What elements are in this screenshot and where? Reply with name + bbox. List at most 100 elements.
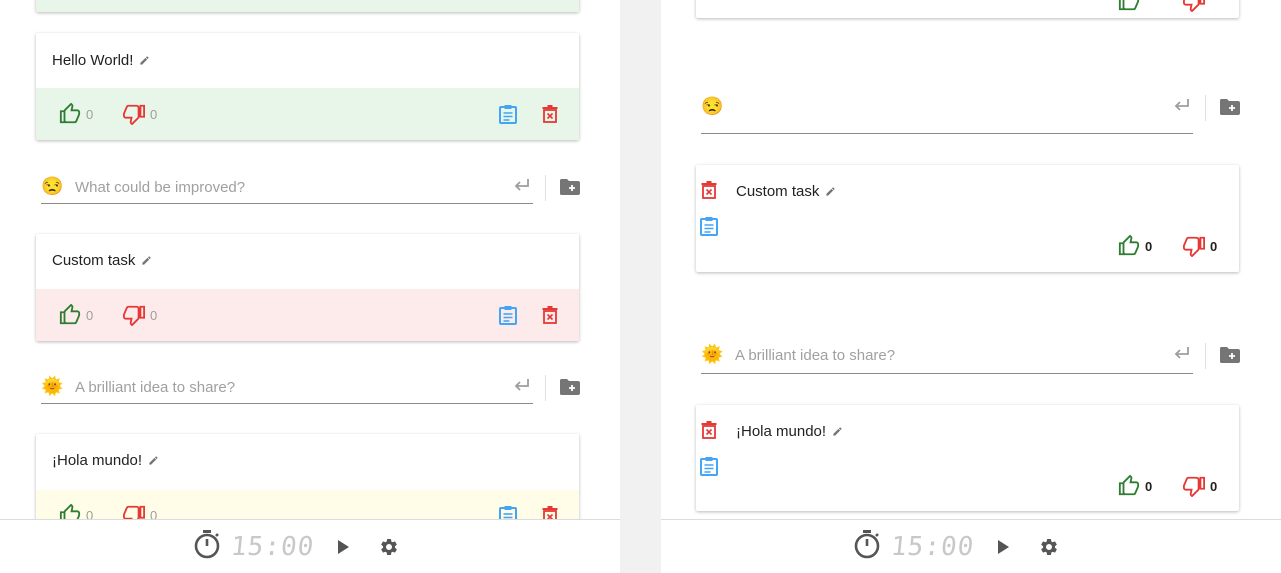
upvote-button[interactable] [1117, 0, 1145, 12]
play-button[interactable] [330, 534, 356, 560]
enter-icon[interactable] [1173, 345, 1191, 368]
gear-icon [1041, 538, 1058, 555]
post-text[interactable]: Custom task [736, 183, 836, 201]
post-input-row: 😒 [701, 91, 1246, 135]
delete-button[interactable] [700, 420, 718, 440]
unamused-face-icon[interactable]: 😒 [701, 95, 723, 117]
timer-display: 15:00 [889, 531, 976, 562]
post-input-row: 🌞 [41, 371, 586, 405]
trash-icon [701, 181, 717, 199]
play-icon [998, 539, 1010, 554]
thumb-up-icon [1118, 475, 1140, 496]
upvote-button[interactable]: 0 [1117, 235, 1152, 257]
delete-button[interactable] [541, 304, 559, 326]
upvote-count: 0 [86, 307, 94, 323]
post-card-partial [36, 0, 579, 12]
post-input-field: 🌞 [701, 339, 1193, 374]
stopwatch-icon [853, 529, 881, 564]
right-board: 😒 Custom task 0 0 🌞 A brilliant idea to … [661, 0, 1281, 573]
upvote-count: 0 [86, 106, 94, 122]
edit-pencil-icon[interactable] [832, 424, 843, 441]
folder-plus-icon [560, 179, 580, 195]
upvote-button[interactable]: 0 [58, 304, 93, 326]
enter-icon[interactable] [513, 377, 531, 400]
trash-icon [542, 306, 558, 324]
timer-controls: 15:00 [193, 520, 402, 573]
unamused-face-icon[interactable]: 😒 [41, 175, 63, 197]
delete-button[interactable] [541, 103, 559, 125]
post-input[interactable] [73, 373, 497, 401]
post-actions: 0 0 [36, 289, 579, 341]
settings-button[interactable] [1036, 534, 1062, 560]
thumb-up-icon [59, 304, 81, 325]
post-input[interactable] [73, 173, 497, 201]
copy-button[interactable] [498, 103, 518, 125]
clipboard-icon [700, 217, 718, 236]
post-input-row: 😒 [41, 171, 586, 205]
post-input-row: 🌞 [701, 339, 1246, 375]
stopwatch-icon [193, 529, 221, 564]
post-card: Custom task 0 0 [36, 234, 579, 341]
downvote-button[interactable]: 0 [122, 304, 157, 326]
downvote-button[interactable] [1182, 0, 1210, 12]
downvote-button[interactable]: 0 [1182, 235, 1217, 257]
sun-face-icon[interactable]: 🌞 [701, 343, 723, 365]
post-actions: 0 0 [36, 88, 579, 140]
add-group-button[interactable] [1219, 345, 1241, 365]
downvote-count: 0 [1210, 238, 1218, 254]
thumb-up-icon [1118, 235, 1140, 256]
delete-button[interactable] [700, 180, 718, 200]
folder-plus-icon [1220, 347, 1240, 363]
post-input[interactable] [733, 93, 1157, 121]
upvote-button[interactable]: 0 [1117, 475, 1152, 497]
edit-pencil-icon[interactable] [139, 53, 150, 70]
timer-display: 15:00 [229, 531, 316, 562]
clipboard-icon [499, 306, 517, 325]
thumb-up-icon [1118, 0, 1140, 11]
edit-pencil-icon[interactable] [148, 453, 159, 470]
copy-button[interactable] [498, 304, 518, 326]
pane-divider [620, 0, 661, 573]
copy-button[interactable] [699, 455, 719, 477]
downvote-button[interactable]: 0 [122, 103, 157, 125]
downvote-count: 0 [1210, 478, 1218, 494]
copy-button[interactable] [699, 215, 719, 237]
post-text[interactable]: Custom task [52, 252, 152, 270]
clipboard-icon [700, 457, 718, 476]
add-group-button[interactable] [1219, 97, 1241, 117]
thumb-down-icon [1183, 476, 1205, 497]
post-text[interactable]: ¡Hola mundo! [52, 452, 159, 470]
timer-bar: 15:00 [661, 519, 1281, 573]
timer-controls: 15:00 [853, 520, 1062, 573]
gear-icon [381, 538, 398, 555]
downvote-count: 0 [150, 307, 158, 323]
thumb-down-icon [1183, 236, 1205, 257]
folder-plus-icon [1220, 99, 1240, 115]
trash-icon [542, 105, 558, 123]
post-input[interactable] [733, 341, 1157, 369]
enter-icon[interactable] [513, 177, 531, 200]
sun-face-icon[interactable]: 🌞 [41, 375, 63, 397]
downvote-count: 0 [150, 106, 158, 122]
add-group-button[interactable] [559, 177, 581, 197]
post-text[interactable]: Hello World! [52, 52, 150, 70]
play-button[interactable] [990, 534, 1016, 560]
edit-pencil-icon[interactable] [141, 253, 152, 270]
upvote-count: 0 [1145, 238, 1153, 254]
upvote-count: 0 [1145, 478, 1153, 494]
add-group-button[interactable] [559, 377, 581, 397]
downvote-button[interactable]: 0 [1182, 475, 1217, 497]
thumb-down-icon [1183, 0, 1205, 12]
thumb-down-icon [123, 305, 145, 326]
settings-button[interactable] [376, 534, 402, 560]
post-card: Hello World! 0 0 [36, 33, 579, 140]
thumb-up-icon [59, 103, 81, 124]
post-card: Custom task 0 0 [696, 165, 1239, 272]
post-text[interactable]: ¡Hola mundo! [736, 423, 843, 441]
enter-icon[interactable] [1173, 97, 1191, 120]
play-icon [338, 539, 350, 554]
upvote-button[interactable]: 0 [58, 103, 93, 125]
post-card-partial [696, 0, 1239, 18]
edit-pencil-icon[interactable] [825, 184, 836, 201]
thumb-down-icon [123, 104, 145, 125]
